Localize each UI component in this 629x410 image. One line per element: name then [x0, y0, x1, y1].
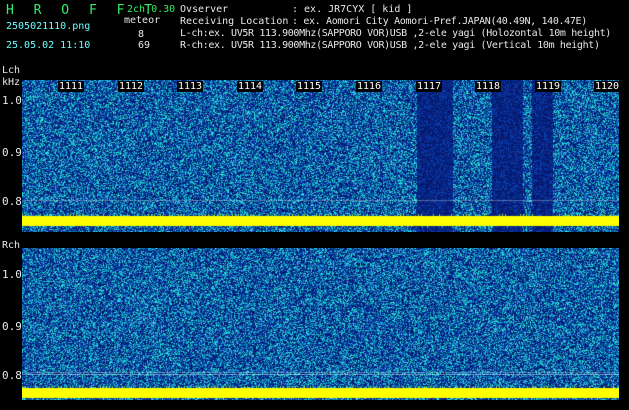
counter-label: meteor	[124, 15, 161, 26]
rch-info: R-ch:ex. UV5R 113.900Mhz(SAPPORO VOR)USB…	[180, 40, 600, 51]
mode-label: 2ch 0.30	[127, 4, 176, 15]
observer-label: Ovserver	[180, 4, 229, 15]
rch-ytick: 0.8	[2, 369, 22, 382]
time-tick: 1112	[118, 81, 145, 92]
rch-channel-label: Rch	[2, 240, 21, 251]
lch-ytick: 1.0	[2, 94, 22, 107]
time-tick: 1115	[296, 81, 323, 92]
time-tick: 1111	[58, 81, 85, 92]
datetime-label: 25.05.02 11:10	[6, 40, 91, 51]
filename-label: 2505021110.png	[6, 21, 91, 32]
lch-spectrogram	[22, 80, 619, 232]
observer-value: : ex. JR7CYX [ kid ]	[292, 4, 413, 15]
lch-unit-label: kHz	[2, 77, 21, 88]
lch-channel-label: Lch	[2, 65, 21, 76]
time-tick: 1120	[594, 81, 621, 92]
rch-count: 69	[138, 40, 151, 51]
rch-ytick: 0.9	[2, 320, 22, 333]
time-tick: 1114	[237, 81, 264, 92]
rch-spectrogram	[22, 248, 619, 400]
lch-ytick: 0.9	[2, 146, 22, 159]
time-tick: 1117	[416, 81, 443, 92]
rch-waterfall-canvas	[22, 248, 619, 400]
location-value: : ex. Aomori City Aomori-Pref.JAPAN(40.4…	[292, 16, 587, 27]
rch-ytick: 1.0	[2, 268, 22, 281]
time-tick: 1118	[475, 81, 502, 92]
location-label: Receiving Location	[180, 16, 289, 27]
lch-ytick: 0.8	[2, 195, 22, 208]
time-tick: 1113	[177, 81, 204, 92]
lch-waterfall-canvas	[22, 80, 619, 232]
time-tick: 1119	[535, 81, 562, 92]
lch-info: L-ch:ex. UV5R 113.900Mhz(SAPPORO VOR)USB…	[180, 28, 611, 39]
lch-count: 8	[138, 29, 145, 40]
rch-reference-line	[22, 374, 619, 375]
time-tick: 1116	[356, 81, 383, 92]
